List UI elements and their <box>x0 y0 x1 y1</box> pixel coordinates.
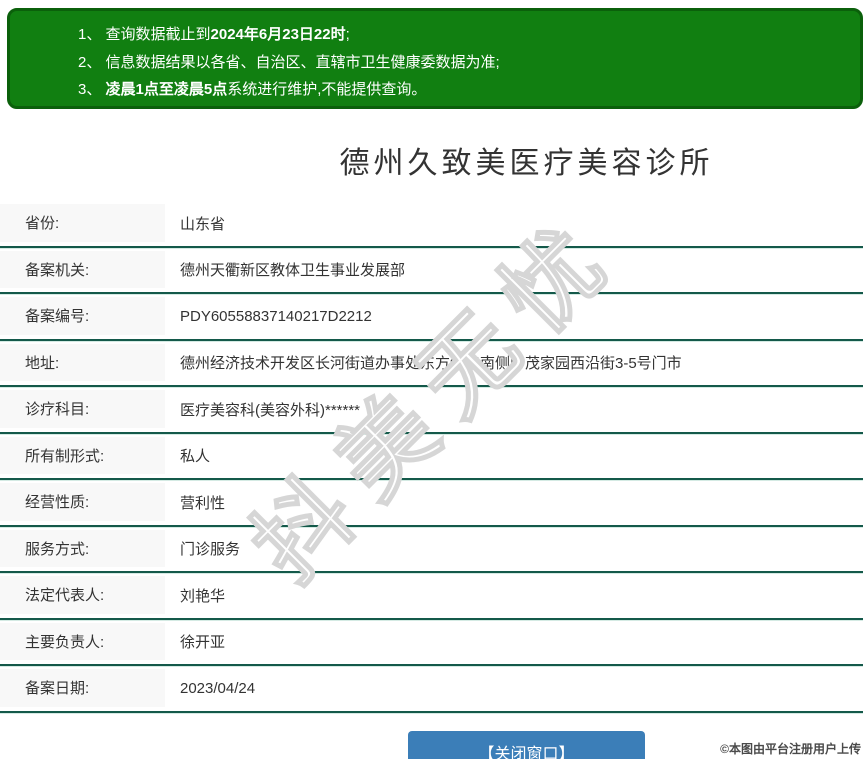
table-row-service-mode: 服务方式: 门诊服务 <box>0 527 863 574</box>
notice-item-1: 1、 查询数据截止到2024年6月23日22时; <box>78 21 850 49</box>
close-window-button[interactable]: 【关闭窗口】 <box>408 731 644 759</box>
row-label: 地址: <box>0 344 165 382</box>
row-label: 法定代表人: <box>0 576 165 614</box>
table-row-business-nature: 经营性质: 营利性 <box>0 480 863 527</box>
row-value: 私人 <box>165 434 863 479</box>
row-value: 刘艳华 <box>165 573 863 618</box>
notice-text: 3、 <box>78 81 106 98</box>
row-label: 所有制形式: <box>0 437 165 475</box>
table-row-filing-date: 备案日期: 2023/04/24 <box>0 666 863 713</box>
notice-text-bold: 2024年6月23日22时 <box>211 26 346 43</box>
table-row-principal: 主要负责人: 徐开亚 <box>0 620 863 667</box>
row-label: 备案机关: <box>0 251 165 289</box>
row-label: 经营性质: <box>0 483 165 521</box>
upload-credit: ©本图由平台注册用户上传 <box>720 740 861 757</box>
notice-text: 系统进行维护,不能提供查询。 <box>227 81 426 98</box>
row-label: 诊疗科目: <box>0 390 165 428</box>
page-title: 德州久致美医疗美容诊所 <box>190 138 863 182</box>
notice-item-3: 3、 凌晨1点至凌晨5点系统进行维护,不能提供查询。 <box>78 76 850 104</box>
table-row-filing-authority: 备案机关: 德州天衢新区教体卫生事业发展部 <box>0 248 863 295</box>
row-value: PDY60558837140217D2212 <box>165 294 863 339</box>
row-label: 省份: <box>0 204 165 242</box>
row-value: 徐开亚 <box>165 620 863 665</box>
notice-item-2: 2、 信息数据结果以各省、自治区、直辖市卫生健康委数据为准; <box>78 49 850 77</box>
row-value: 德州天衢新区教体卫生事业发展部 <box>165 248 863 293</box>
row-value: 营利性 <box>165 480 863 525</box>
row-value: 2023/04/24 <box>165 666 863 711</box>
table-row-address: 地址: 德州经济技术开发区长河街道办事处东方红路南侧中茂家园西沿街3-5号门市 <box>0 341 863 388</box>
row-label: 备案编号: <box>0 297 165 335</box>
notice-text: ; <box>346 26 350 43</box>
table-row-province: 省份: 山东省 <box>0 201 863 248</box>
row-value: 德州经济技术开发区长河街道办事处东方红路南侧中茂家园西沿街3-5号门市 <box>165 341 863 386</box>
row-value: 门诊服务 <box>165 527 863 572</box>
table-row-filing-number: 备案编号: PDY60558837140217D2212 <box>0 294 863 341</box>
table-row-legal-representative: 法定代表人: 刘艳华 <box>0 573 863 620</box>
row-value: 山东省 <box>165 201 863 246</box>
row-label: 主要负责人: <box>0 623 165 661</box>
row-label: 服务方式: <box>0 530 165 568</box>
table-row-ownership-type: 所有制形式: 私人 <box>0 434 863 481</box>
record-table: 省份: 山东省 备案机关: 德州天衢新区教体卫生事业发展部 备案编号: PDY6… <box>0 201 863 713</box>
notice-text: 1、 查询数据截止到 <box>78 26 211 43</box>
table-row-clinical-subjects: 诊疗科目: 医疗美容科(美容外科)****** <box>0 387 863 434</box>
row-label: 备案日期: <box>0 669 165 707</box>
notice-text-bold: 凌晨1点至凌晨5点 <box>106 81 228 98</box>
notice-banner: 1、 查询数据截止到2024年6月23日22时; 2、 信息数据结果以各省、自治… <box>7 8 863 109</box>
row-value: 医疗美容科(美容外科)****** <box>165 387 863 432</box>
notice-text: 2、 信息数据结果以各省、自治区、直辖市卫生健康委数据为准; <box>78 54 500 71</box>
page: 1、 查询数据截止到2024年6月23日22时; 2、 信息数据结果以各省、自治… <box>0 0 863 759</box>
